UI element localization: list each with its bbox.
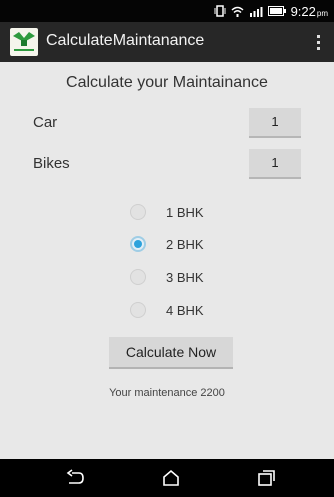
radio-option-3bhk[interactable]: 3 BHK	[130, 267, 204, 287]
radio-button[interactable]	[130, 302, 146, 318]
app-title: CalculateMaintanance	[46, 32, 205, 49]
radio-option-1bhk[interactable]: 1 BHK	[130, 202, 204, 222]
vibrate-icon	[214, 5, 226, 17]
overflow-menu-icon[interactable]	[308, 28, 328, 56]
car-count-field[interactable]: 1	[249, 108, 301, 138]
radio-label: 3 BHK	[166, 269, 204, 285]
signal-icon	[249, 6, 263, 17]
bikes-count-field[interactable]: 1	[249, 149, 301, 179]
radio-label: 2 BHK	[166, 236, 204, 252]
back-icon[interactable]	[64, 468, 86, 488]
battery-icon	[267, 6, 286, 16]
radio-button[interactable]	[130, 204, 146, 220]
radio-label: 4 BHK	[166, 302, 204, 318]
status-bar: 9:22pm	[0, 0, 334, 22]
navigation-bar	[0, 459, 334, 497]
radio-button[interactable]	[130, 269, 146, 285]
radio-button[interactable]	[130, 236, 146, 252]
status-icons: 9:22pm	[214, 3, 328, 19]
app-logo-icon	[10, 28, 38, 56]
radio-option-2bhk[interactable]: 2 BHK	[130, 234, 204, 254]
home-icon[interactable]	[160, 468, 182, 488]
action-bar: CalculateMaintanance	[0, 22, 334, 62]
radio-label: 1 BHK	[166, 204, 204, 220]
wifi-icon	[231, 6, 244, 17]
car-label: Car	[33, 114, 58, 131]
bikes-label: Bikes	[33, 155, 70, 172]
result-text: Your maintenance 2200	[109, 387, 225, 399]
calculate-now-button[interactable]: Calculate Now	[109, 337, 233, 369]
recent-apps-icon[interactable]	[255, 468, 277, 488]
status-time: 9:22pm	[290, 3, 328, 19]
radio-option-4bhk[interactable]: 4 BHK	[130, 300, 204, 320]
main-content: Calculate your Maintainance Car 1 Bikes …	[0, 62, 334, 459]
page-title: Calculate your Maintainance	[66, 74, 268, 91]
